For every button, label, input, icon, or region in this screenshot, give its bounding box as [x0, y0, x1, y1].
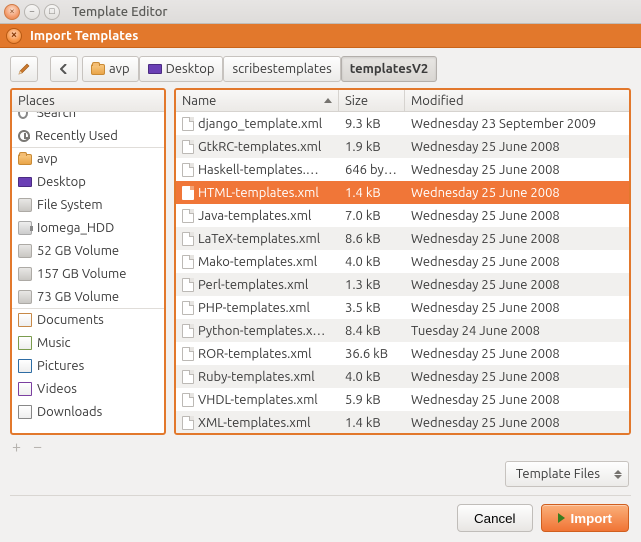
file-row[interactable]: Java-templates.xml7.0 kBWednesday 25 Jun… — [176, 204, 629, 227]
file-icon — [182, 209, 194, 223]
file-icon — [182, 393, 194, 407]
file-row[interactable]: Perl-templates.xml1.3 kBWednesday 25 Jun… — [176, 273, 629, 296]
doc-icon — [18, 313, 32, 327]
file-icon — [182, 186, 194, 200]
dl-icon — [18, 405, 32, 419]
places-header: Places — [12, 90, 164, 112]
file-icon — [182, 117, 194, 131]
file-icon — [182, 416, 194, 430]
places-item-documents[interactable]: Documents — [12, 308, 164, 331]
places-item-avp[interactable]: avp — [12, 147, 164, 170]
path-back-button[interactable] — [50, 56, 78, 82]
places-item-desktop[interactable]: Desktop — [12, 170, 164, 193]
window-minimize-button[interactable]: – — [24, 4, 40, 20]
places-item-iomega-hdd[interactable]: Iomega_HDD — [12, 216, 164, 239]
file-row[interactable]: GtkRC-templates.xml1.9 kBWednesday 25 Ju… — [176, 135, 629, 158]
window-title: Template Editor — [72, 5, 168, 19]
pic-icon — [18, 359, 32, 373]
pencil-icon — [17, 62, 31, 76]
import-arrow-icon — [558, 513, 565, 523]
disk-icon — [18, 244, 32, 258]
places-item-pictures[interactable]: Pictures — [12, 354, 164, 377]
file-icon — [182, 370, 194, 384]
desktop-icon — [18, 177, 32, 187]
places-add-button[interactable]: + — [12, 439, 21, 455]
column-modified[interactable]: Modified — [405, 90, 629, 111]
dialog-actions: Cancel Import — [0, 496, 641, 542]
window-maximize-button[interactable]: □ — [44, 4, 60, 20]
window-titlebar: × – □ Template Editor — [0, 0, 641, 24]
file-list-pane: Name Size Modified django_template.xml9.… — [174, 88, 631, 435]
file-icon — [182, 140, 194, 154]
desktop-icon — [148, 64, 162, 74]
usb-icon — [18, 221, 32, 235]
places-item-157-gb-volume[interactable]: 157 GB Volume — [12, 262, 164, 285]
edit-path-button[interactable] — [10, 56, 38, 82]
dialog-title: Import Templates — [30, 29, 138, 43]
file-icon — [182, 347, 194, 361]
path-toolbar: avpDesktopscribestemplatestemplatesV2 — [0, 48, 641, 88]
places-controls: + − — [0, 435, 641, 459]
file-row[interactable]: ROR-templates.xml36.6 kBWednesday 25 Jun… — [176, 342, 629, 365]
file-icon — [182, 163, 194, 177]
places-item-music[interactable]: Music — [12, 331, 164, 354]
search-icon — [18, 112, 32, 120]
vid-icon — [18, 382, 32, 396]
disk-icon — [18, 290, 32, 304]
file-row[interactable]: Mako-templates.xml4.0 kBWednesday 25 Jun… — [176, 250, 629, 273]
places-item-recently-used[interactable]: Recently Used — [12, 124, 164, 147]
file-icon — [182, 324, 194, 338]
file-icon — [182, 232, 194, 246]
file-row[interactable]: VHDL-templates.xml5.9 kBWednesday 25 Jun… — [176, 388, 629, 411]
combo-spin-icon — [614, 470, 622, 479]
folder-icon — [18, 154, 32, 165]
dialog-header: × Import Templates — [0, 24, 641, 48]
file-columns-header: Name Size Modified — [176, 90, 629, 112]
column-size[interactable]: Size — [339, 90, 405, 111]
mus-icon — [18, 336, 32, 350]
file-row[interactable]: PHP-templates.xml3.5 kBWednesday 25 June… — [176, 296, 629, 319]
column-name[interactable]: Name — [176, 90, 339, 111]
places-item-file-system[interactable]: File System — [12, 193, 164, 216]
file-row[interactable]: HTML-templates.xml1.4 kBWednesday 25 Jun… — [176, 181, 629, 204]
dialog-close-button[interactable]: × — [6, 28, 22, 44]
import-button[interactable]: Import — [541, 504, 629, 532]
file-icon — [182, 278, 194, 292]
disk-icon — [18, 198, 32, 212]
cancel-button[interactable]: Cancel — [457, 504, 533, 532]
places-item-search[interactable]: Search — [12, 112, 164, 124]
file-row[interactable]: LaTeX-templates.xml8.6 kBWednesday 25 Ju… — [176, 227, 629, 250]
file-row[interactable]: XML-templates.xml1.4 kBWednesday 25 June… — [176, 411, 629, 433]
file-icon — [182, 255, 194, 269]
places-remove-button[interactable]: − — [33, 439, 42, 455]
places-item-downloads[interactable]: Downloads — [12, 400, 164, 423]
places-sidebar: Places SearchRecently UsedavpDesktopFile… — [10, 88, 166, 435]
chevron-left-icon — [60, 64, 68, 74]
places-item-73-gb-volume[interactable]: 73 GB Volume — [12, 285, 164, 308]
breadcrumb-avp[interactable]: avp — [82, 56, 139, 82]
file-icon — [182, 301, 194, 315]
file-row[interactable]: django_template.xml9.3 kBWednesday 23 Se… — [176, 112, 629, 135]
places-item-videos[interactable]: Videos — [12, 377, 164, 400]
places-item-52-gb-volume[interactable]: 52 GB Volume — [12, 239, 164, 262]
file-row[interactable]: Python-templates.x…8.4 kBTuesday 24 June… — [176, 319, 629, 342]
recent-icon — [18, 130, 30, 142]
breadcrumb-templatesv2[interactable]: templatesV2 — [341, 56, 438, 82]
window-close-button[interactable]: × — [4, 4, 20, 20]
disk-icon — [18, 267, 32, 281]
file-filter-label: Template Files — [516, 467, 600, 481]
breadcrumb-desktop[interactable]: Desktop — [139, 56, 224, 82]
sort-asc-icon — [324, 98, 332, 103]
file-row[interactable]: Haskell-templates.…646 bytesWednesday 25… — [176, 158, 629, 181]
folder-icon — [91, 64, 105, 75]
file-row[interactable]: Ruby-templates.xml4.0 kBWednesday 25 Jun… — [176, 365, 629, 388]
breadcrumb-scribestemplates[interactable]: scribestemplates — [223, 56, 340, 82]
file-filter-combo[interactable]: Template Files — [505, 461, 629, 487]
